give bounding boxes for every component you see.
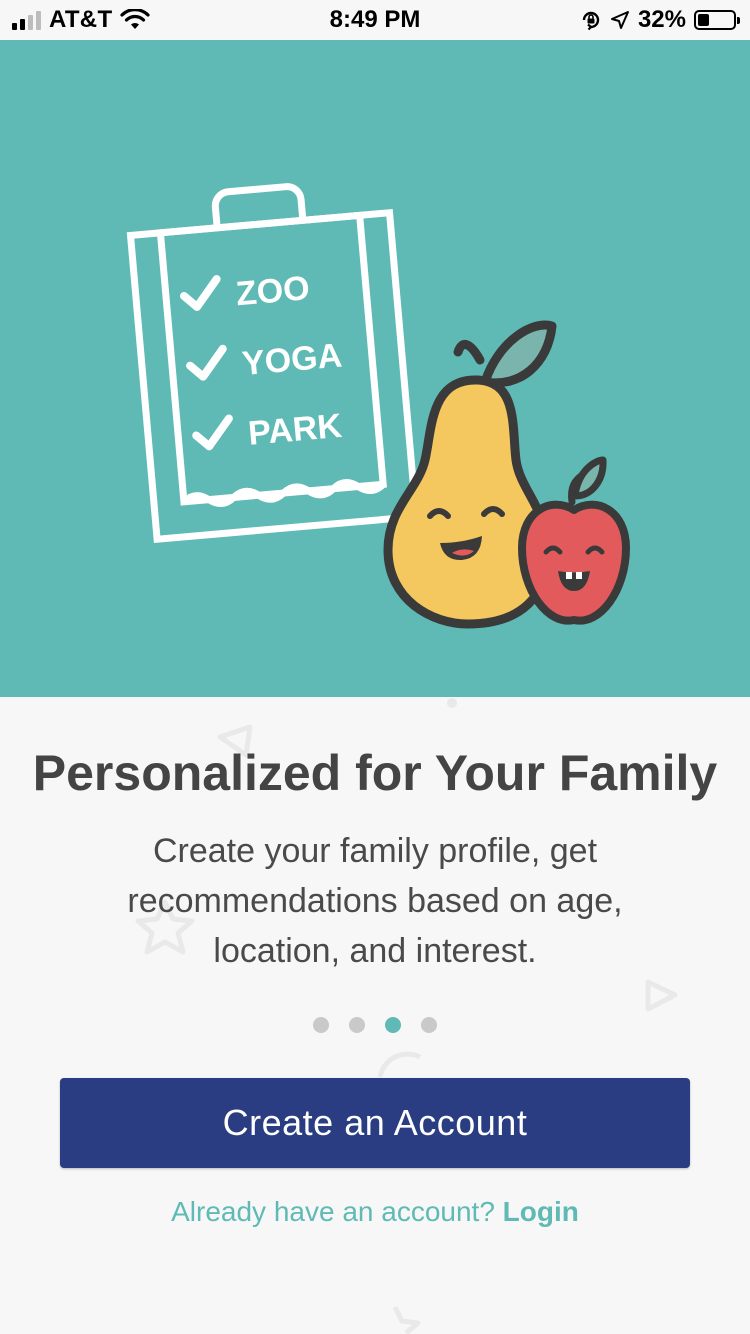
hero-art: ZOO YOGA PARK — [126, 183, 630, 629]
arc-decoration-icon — [377, 1051, 422, 1078]
orientation-lock-icon — [582, 11, 600, 31]
checklist-item: ZOO — [234, 269, 311, 313]
triangle-decoration-icon — [645, 979, 678, 1012]
page-dot[interactable] — [313, 1017, 329, 1033]
page-dot-active[interactable] — [385, 1017, 401, 1033]
page-dot[interactable] — [421, 1017, 437, 1033]
create-account-button[interactable]: Create an Account — [60, 1078, 690, 1168]
clipboard-icon: ZOO YOGA PARK — [126, 183, 420, 544]
battery-icon — [694, 10, 740, 30]
onboarding-description: Create your family profile, get recommen… — [127, 832, 623, 970]
login-link[interactable]: Login — [503, 1196, 579, 1227]
checklist-item: PARK — [247, 407, 344, 453]
page-indicator — [0, 1017, 750, 1033]
location-arrow-icon — [610, 11, 629, 29]
login-prompt: Already have an account? — [171, 1196, 503, 1227]
status-bar: AT&T 8:49 PM 32% — [0, 0, 750, 40]
checklist-item: YOGA — [241, 337, 344, 384]
onboarding-title: Personalized for Your Family — [32, 745, 718, 801]
dot-decoration-icon — [447, 698, 457, 708]
status-right: 32% — [580, 6, 740, 34]
page-dot[interactable] — [349, 1017, 365, 1033]
hero-illustration: ZOO YOGA PARK — [0, 40, 750, 697]
star-decoration-icon — [392, 1305, 421, 1334]
apple-icon — [518, 456, 630, 625]
login-prompt-line: Already have an account? Login — [0, 1196, 750, 1228]
battery-percent: 32% — [637, 6, 686, 33]
